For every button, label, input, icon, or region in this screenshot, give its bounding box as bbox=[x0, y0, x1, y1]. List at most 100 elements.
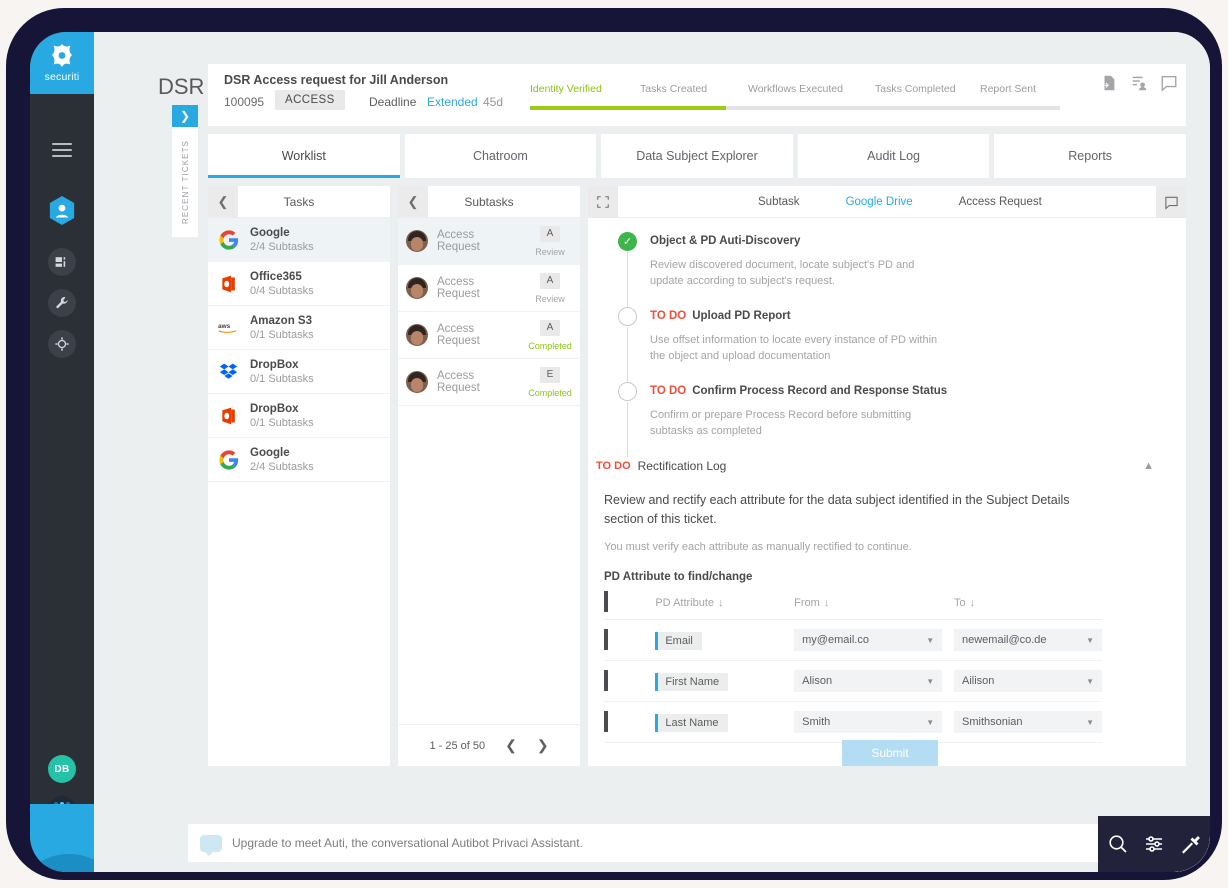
subtask-list-item[interactable]: Access Request E Completed bbox=[398, 359, 580, 406]
check-icon[interactable]: ✓ bbox=[618, 232, 637, 251]
step-description: Use offset information to locate every i… bbox=[650, 334, 938, 362]
to-value-select[interactable]: Smithsonian ▼ bbox=[954, 711, 1102, 733]
from-value-select[interactable]: Smith ▼ bbox=[794, 711, 943, 733]
step-radio[interactable] bbox=[618, 307, 637, 326]
task-list-item[interactable]: Google 2/4 Subtasks bbox=[208, 438, 390, 482]
deadline-label: Deadline bbox=[369, 95, 417, 109]
step-radio[interactable] bbox=[618, 382, 637, 401]
to-value-select[interactable]: newemail@co.de ▼ bbox=[954, 629, 1102, 651]
select-all-checkbox[interactable] bbox=[604, 591, 608, 612]
subtasks-back-button[interactable]: ❮ bbox=[398, 185, 428, 218]
tab-label: Worklist bbox=[281, 149, 326, 163]
bottom-actions bbox=[1098, 816, 1210, 872]
subtask-list-item[interactable]: Access Request A Review bbox=[398, 218, 580, 265]
office365-logo-icon bbox=[218, 405, 240, 427]
subtask-list-item[interactable]: Access Request A Review bbox=[398, 265, 580, 312]
avatar[interactable]: DB bbox=[48, 755, 76, 783]
tab-chatroom[interactable]: Chatroom bbox=[404, 134, 597, 178]
row-checkbox[interactable] bbox=[604, 711, 608, 732]
ticket-title: DSR Access request for Jill Anderson bbox=[224, 73, 449, 87]
deadline-extended-link[interactable]: Extended bbox=[427, 95, 478, 109]
tab-data-subject-explorer[interactable]: Data Subject Explorer bbox=[601, 134, 793, 178]
privacy-hexagon-icon[interactable] bbox=[48, 195, 76, 225]
avatar bbox=[406, 230, 428, 252]
tab-worklist[interactable]: Worklist bbox=[208, 134, 400, 178]
rectification-log-header[interactable]: TO DO Rectification Log ▲ bbox=[596, 459, 1186, 473]
avatar bbox=[406, 371, 428, 393]
task-list-item[interactable]: aws Amazon S3 0/1 Subtasks bbox=[208, 306, 390, 350]
task-name: DropBox bbox=[250, 358, 299, 371]
to-value: Ailison bbox=[962, 675, 995, 687]
subtask-step: ✓ Object & PD Auti-Discovery Review discov… bbox=[618, 232, 1186, 307]
arrow-down-icon[interactable]: ↓ bbox=[824, 597, 830, 609]
office365-logo-icon bbox=[218, 273, 240, 295]
task-list-item[interactable]: Office365 0/4 Subtasks bbox=[208, 262, 390, 306]
pd-attribute-name: Last Name bbox=[655, 713, 728, 732]
chat-input[interactable]: Upgrade to meet Auti, the conversational… bbox=[188, 824, 1098, 862]
detail-chat-icon[interactable] bbox=[1156, 186, 1186, 218]
progress-track bbox=[530, 106, 1060, 110]
tab-audit-log[interactable]: Audit Log bbox=[797, 134, 990, 178]
subtask-list-item[interactable]: Access Request A Completed bbox=[398, 312, 580, 359]
pagination-next-button[interactable]: ❯ bbox=[537, 737, 549, 754]
dashboard-icon[interactable] bbox=[48, 248, 76, 276]
chevron-up-icon[interactable]: ▲ bbox=[1143, 460, 1154, 472]
chevron-right-icon[interactable]: ❯ bbox=[172, 105, 198, 127]
tasks-back-button[interactable]: ❮ bbox=[208, 185, 238, 218]
row-checkbox[interactable] bbox=[604, 629, 608, 650]
row-checkbox[interactable] bbox=[604, 670, 608, 691]
column-header-attribute: PD Attribute bbox=[655, 597, 715, 609]
pd-attribute-name: First Name bbox=[655, 672, 729, 691]
wrench-icon[interactable] bbox=[48, 289, 76, 317]
document-add-icon[interactable] bbox=[1100, 74, 1118, 92]
column-header-to: To bbox=[954, 597, 966, 609]
pagination-prev-button[interactable]: ❮ bbox=[505, 737, 517, 754]
from-value-select[interactable]: my@email.co ▼ bbox=[794, 629, 943, 651]
breadcrumb-item: Subtask bbox=[758, 195, 800, 208]
pagination-range: 1 - 25 of 50 bbox=[429, 739, 486, 752]
tab-reports[interactable]: Reports bbox=[994, 134, 1186, 178]
to-value-select[interactable]: Ailison ▼ bbox=[954, 670, 1102, 692]
brand-logo[interactable]: securiti bbox=[30, 32, 94, 94]
assign-user-icon[interactable] bbox=[1130, 74, 1148, 92]
settings-gear-icon[interactable] bbox=[48, 330, 76, 358]
task-list-item[interactable]: Google 2/4 Subtasks bbox=[208, 218, 390, 262]
recent-tickets-drawer[interactable]: ❯ RECENT TICKETS bbox=[172, 105, 198, 237]
step-description: Confirm or prepare Process Record before… bbox=[650, 409, 912, 437]
recent-tickets-label: RECENT TICKETS bbox=[180, 139, 190, 224]
chat-placeholder: Upgrade to meet Auti, the conversational… bbox=[232, 836, 583, 850]
screen: securiti DB DSR ❯ RECENT TICKETS DSR Acc… bbox=[30, 32, 1210, 872]
task-list-item[interactable]: DropBox 0/1 Subtasks bbox=[208, 394, 390, 438]
breadcrumb-item[interactable]: Google Drive bbox=[846, 196, 913, 208]
filter-sliders-icon[interactable] bbox=[1143, 833, 1165, 855]
chat-bubble-icon[interactable] bbox=[1160, 74, 1178, 92]
fullscreen-icon[interactable] bbox=[588, 186, 618, 218]
task-subtask-count: 0/1 Subtasks bbox=[250, 416, 314, 429]
progress-step: Report Sent bbox=[980, 83, 1037, 95]
step-title-text: Object & PD Auti-Discovery bbox=[650, 235, 801, 247]
pd-attribute-name: Email bbox=[655, 631, 702, 650]
hamburger-menu-icon[interactable] bbox=[52, 143, 72, 157]
ticket-id: 100095 bbox=[224, 95, 265, 109]
step-title: TO DO Upload PD Report bbox=[650, 307, 1186, 326]
brand-wordmark: securiti bbox=[44, 71, 80, 83]
worklist-columns: ❮ Tasks Google 2/4 Subtasks Office365 0/4 S… bbox=[208, 185, 1186, 766]
step-title-text: Confirm Process Record and Response Stat… bbox=[692, 385, 948, 397]
page-body: DSR Workbench ❯ RECENT TICKETS DSR Acces… bbox=[94, 32, 1210, 872]
tools-hammer-icon[interactable] bbox=[1179, 833, 1201, 855]
arrow-down-icon[interactable]: ↓ bbox=[970, 597, 976, 609]
breadcrumb: Subtask Google Drive Access Request bbox=[758, 196, 1042, 208]
from-value: my@email.co bbox=[802, 634, 869, 646]
subtask-name: Access Request bbox=[437, 229, 480, 253]
aws-logo-icon: aws bbox=[218, 317, 240, 339]
search-icon[interactable] bbox=[1107, 833, 1129, 855]
arrow-down-icon[interactable]: ↓ bbox=[718, 597, 724, 609]
subtask-key: A bbox=[540, 319, 560, 336]
submit-button[interactable]: Submit bbox=[842, 740, 938, 766]
from-value-select[interactable]: Alison ▼ bbox=[794, 670, 943, 692]
bottom-bar: Upgrade to meet Auti, the conversational… bbox=[158, 816, 1210, 872]
task-list-item[interactable]: DropBox 0/1 Subtasks bbox=[208, 350, 390, 394]
subtask-name: Access Request bbox=[437, 276, 480, 300]
progress-step: Tasks Completed bbox=[875, 83, 956, 95]
subtask-step: TO DO Confirm Process Record and Response… bbox=[618, 382, 1186, 457]
